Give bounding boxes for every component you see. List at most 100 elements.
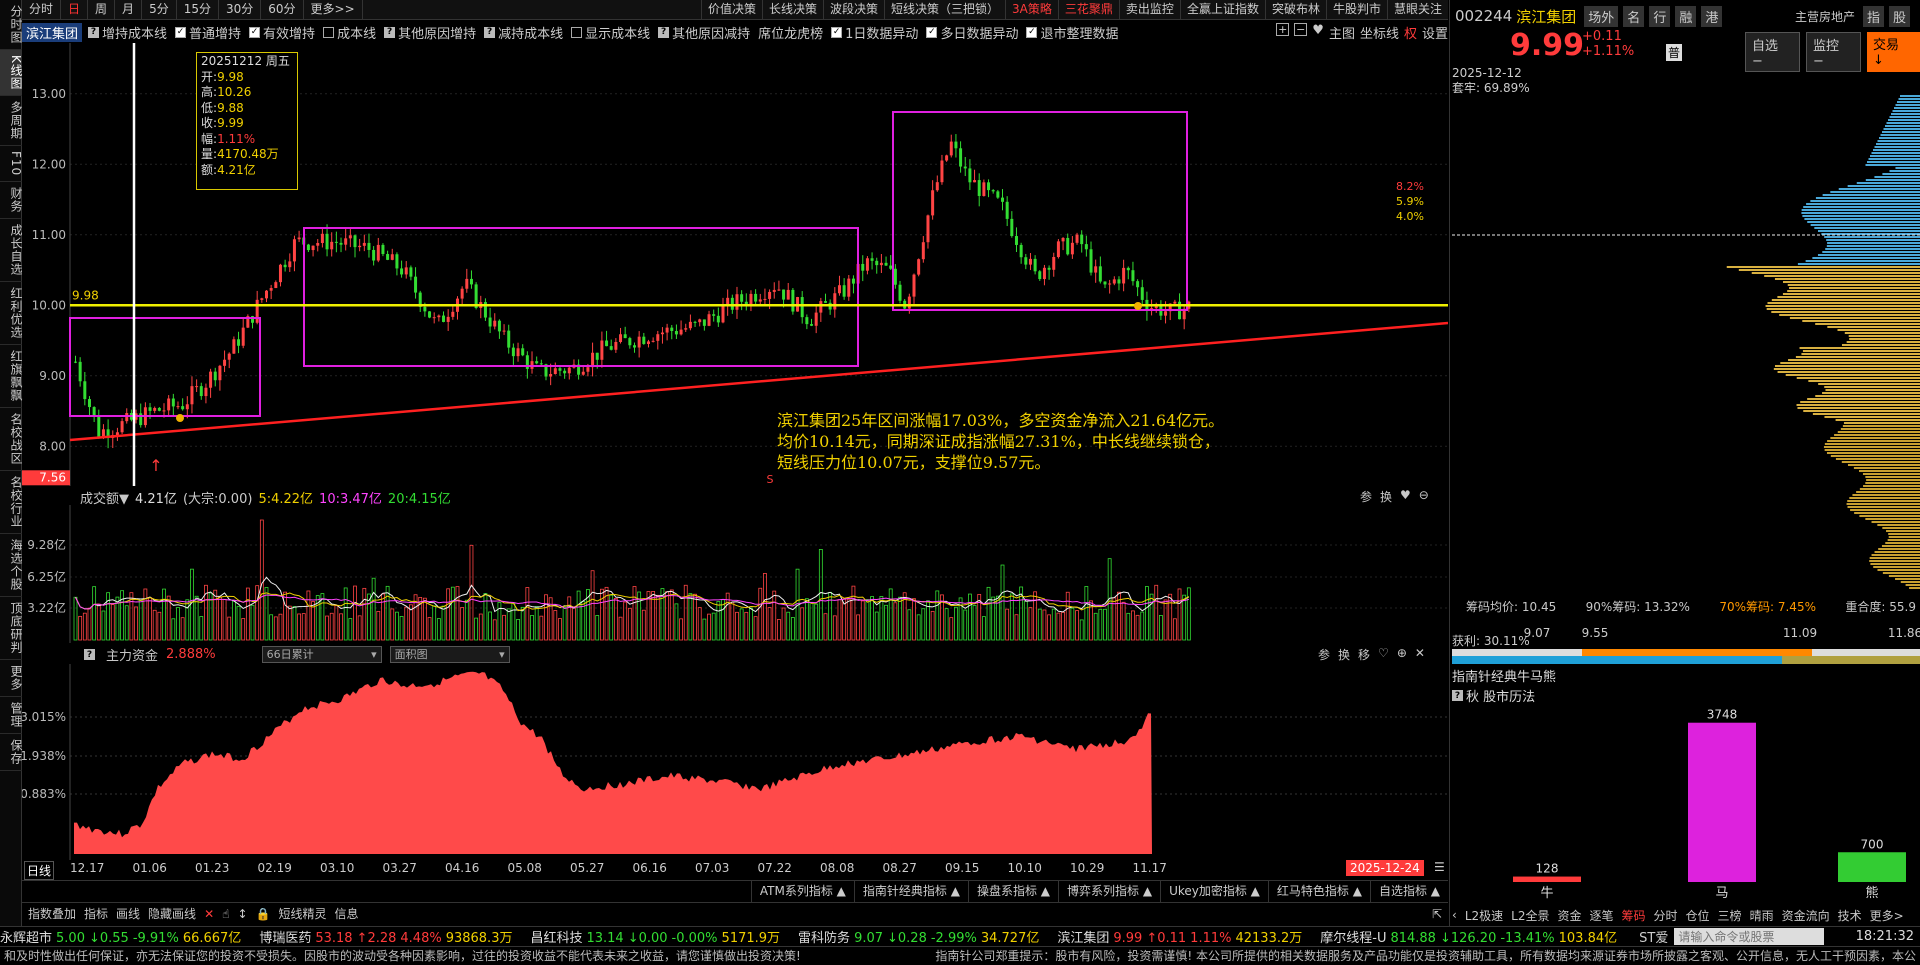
- tool-button[interactable]: 信息: [334, 905, 358, 922]
- option-item[interactable]: ✓ 退市整理数据: [1026, 23, 1118, 42]
- sidebar-item[interactable]: 红旗飘飘: [0, 345, 23, 409]
- moneyflow-chart[interactable]: 3.015% 1.938% 0.883%: [22, 664, 1448, 860]
- expand-icon[interactable]: ⇱: [1432, 907, 1442, 921]
- strategy-tab[interactable]: 价值决策: [700, 0, 762, 19]
- heart-icon[interactable]: ♥: [1400, 488, 1411, 505]
- option-item[interactable]: ? 其他原因减持: [658, 23, 750, 42]
- stock-name-tag[interactable]: 滨江集团: [22, 22, 83, 42]
- strategy-tab[interactable]: 突破布林: [1264, 0, 1326, 19]
- option-item[interactable]: ✓ 普通增持: [175, 23, 241, 42]
- period-tab[interactable]: 更多>>: [304, 0, 363, 19]
- sidebar-item[interactable]: 分时图: [0, 0, 23, 50]
- stock-tab[interactable]: 港: [1701, 5, 1723, 27]
- volume-chart[interactable]: 9.28亿 6.25亿 3.22亿: [22, 505, 1448, 643]
- mf-move-button[interactable]: 移: [1358, 646, 1370, 663]
- right-tab[interactable]: 逐笔: [1589, 907, 1613, 924]
- ticker-item[interactable]: 博瑞医药 53.18 ↑2.28 4.48% 93868.3万: [259, 927, 516, 946]
- indicator-menu[interactable]: 红马特色指标 ▲: [1267, 881, 1370, 902]
- ticker-item[interactable]: 永辉超市 5.00 ↓0.55 -9.91% 66.667亿: [0, 927, 245, 946]
- right-tab[interactable]: L2极速: [1465, 907, 1503, 924]
- period-label[interactable]: 日线: [24, 861, 55, 880]
- search-icon[interactable]: ⊖: [1419, 488, 1429, 505]
- indicator-menu[interactable]: ATM系列指标 ▲: [750, 881, 854, 902]
- trade-button[interactable]: 交易 ↓: [1867, 32, 1920, 72]
- ticker-item[interactable]: 摩尔线程-U 814.88 ↓126.20 -13.41% 103.84亿: [1320, 927, 1621, 946]
- side-tab-index[interactable]: 指: [1862, 5, 1884, 27]
- ticker-item[interactable]: 滨江集团 9.99 ↑0.11 1.11% 42133.2万: [1057, 927, 1306, 946]
- strategy-tab[interactable]: 长线决策: [762, 0, 823, 19]
- checkbox[interactable]: [571, 26, 583, 38]
- right-tab[interactable]: L2全景: [1511, 907, 1549, 924]
- indicator-menu[interactable]: 操盘系指标 ▲: [967, 881, 1058, 902]
- right-tab[interactable]: 筹码: [1622, 907, 1646, 924]
- monitor-button[interactable]: 监控 −: [1806, 32, 1861, 72]
- period-dropdown[interactable]: 66日累计 ▾: [261, 646, 382, 663]
- volume-switch-button[interactable]: 换: [1380, 488, 1392, 505]
- checkbox[interactable]: ✓: [175, 26, 187, 38]
- sidebar-item[interactable]: 更多: [0, 660, 23, 698]
- right-tab[interactable]: 仓位: [1686, 907, 1710, 924]
- checkbox[interactable]: ✓: [926, 26, 938, 38]
- right-tab[interactable]: 分时: [1654, 907, 1678, 924]
- checkbox[interactable]: ✓: [831, 26, 843, 38]
- option-item[interactable]: ? 其他原因增持: [384, 23, 476, 42]
- zoom-icon[interactable]: ⊕: [1397, 646, 1407, 663]
- zoom-out-icon[interactable]: −: [1294, 22, 1308, 36]
- sidebar-item[interactable]: F10: [0, 146, 23, 183]
- sidebar-item[interactable]: 名校行业: [0, 471, 23, 535]
- right-tab[interactable]: 更多>: [1870, 907, 1904, 924]
- period-tab[interactable]: 5分: [142, 0, 177, 19]
- tool-button[interactable]: 指数叠加: [28, 905, 76, 922]
- tool-button[interactable]: 指标: [84, 905, 108, 922]
- stock-tab[interactable]: 行: [1649, 5, 1671, 27]
- help-icon[interactable]: ?: [88, 26, 100, 38]
- option-item[interactable]: 席位龙虎榜: [758, 23, 823, 42]
- period-tab[interactable]: 60分: [261, 0, 304, 19]
- right-tab[interactable]: 晴雨: [1750, 907, 1774, 924]
- option-item[interactable]: ✓ 有效增持: [249, 23, 315, 42]
- right-tab[interactable]: 技术: [1838, 907, 1862, 924]
- volume-param-button[interactable]: 参: [1360, 488, 1372, 505]
- right-tab[interactable]: 三榜: [1718, 907, 1742, 924]
- option-item[interactable]: ✓ 1日数据异动: [831, 23, 918, 42]
- ticker-item[interactable]: 雷科防务 9.07 ↓0.28 -2.99% 34.727亿: [798, 927, 1043, 946]
- tool-button[interactable]: 画线: [116, 905, 140, 922]
- strategy-tab[interactable]: 3A策略: [1005, 0, 1058, 19]
- zoom-in-icon[interactable]: +: [1276, 22, 1290, 36]
- main-chart-button[interactable]: 主图: [1329, 23, 1355, 42]
- sidebar-item[interactable]: K线图: [0, 50, 23, 96]
- move-icon[interactable]: ↕: [237, 907, 247, 921]
- end-date-badge[interactable]: 2025-12-24: [1346, 860, 1424, 876]
- ticker-item[interactable]: 昌红科技 13.14 ↓0.00 -0.00% 5171.9万: [530, 927, 784, 946]
- strategy-tab[interactable]: 三花聚鼎: [1057, 0, 1119, 19]
- sidebar-item[interactable]: 财务: [0, 182, 23, 220]
- strategy-tab[interactable]: 短线决策（三把锁）: [884, 0, 1005, 19]
- option-item[interactable]: ? 增持成本线: [88, 23, 167, 42]
- chart-type-dropdown[interactable]: 面积图 ▾: [389, 646, 510, 663]
- stock-tab[interactable]: 融: [1675, 5, 1697, 27]
- sidebar-item[interactable]: 名校战区: [0, 408, 23, 472]
- sidebar-item[interactable]: 红利优选: [0, 282, 23, 346]
- strategy-tab[interactable]: 牛股判市: [1325, 0, 1387, 19]
- period-tab[interactable]: 周: [88, 0, 116, 19]
- option-item[interactable]: 成本线: [323, 23, 376, 42]
- sidebar-item[interactable]: 管理: [0, 697, 23, 735]
- right-tab[interactable]: 资金流向: [1782, 907, 1830, 924]
- option-item[interactable]: ✓ 多日数据异动: [926, 23, 1018, 42]
- heart-icon[interactable]: ♡: [1378, 646, 1389, 663]
- stock-tab[interactable]: 场外: [1584, 5, 1619, 27]
- period-tab[interactable]: 15分: [177, 0, 219, 19]
- indicator-menu[interactable]: 自选指标 ▲: [1369, 881, 1448, 902]
- strategy-tab[interactable]: 卖出监控: [1118, 0, 1180, 19]
- tool-button[interactable]: 短线精灵: [278, 905, 326, 922]
- add-watchlist-button[interactable]: 自选 −: [1745, 32, 1800, 72]
- sidebar-item[interactable]: 保存: [0, 734, 23, 772]
- help-icon[interactable]: ?: [384, 26, 396, 38]
- arrow-left-icon[interactable]: ‹: [1452, 908, 1457, 922]
- strategy-tab[interactable]: 波段决策: [823, 0, 884, 19]
- menu-icon[interactable]: ☰: [1434, 860, 1445, 874]
- axis-line-button[interactable]: 坐标线: [1360, 23, 1399, 42]
- delete-icon[interactable]: ✕: [204, 907, 214, 921]
- sidebar-item[interactable]: 多周期: [0, 96, 23, 146]
- right-tab[interactable]: 资金: [1557, 907, 1581, 924]
